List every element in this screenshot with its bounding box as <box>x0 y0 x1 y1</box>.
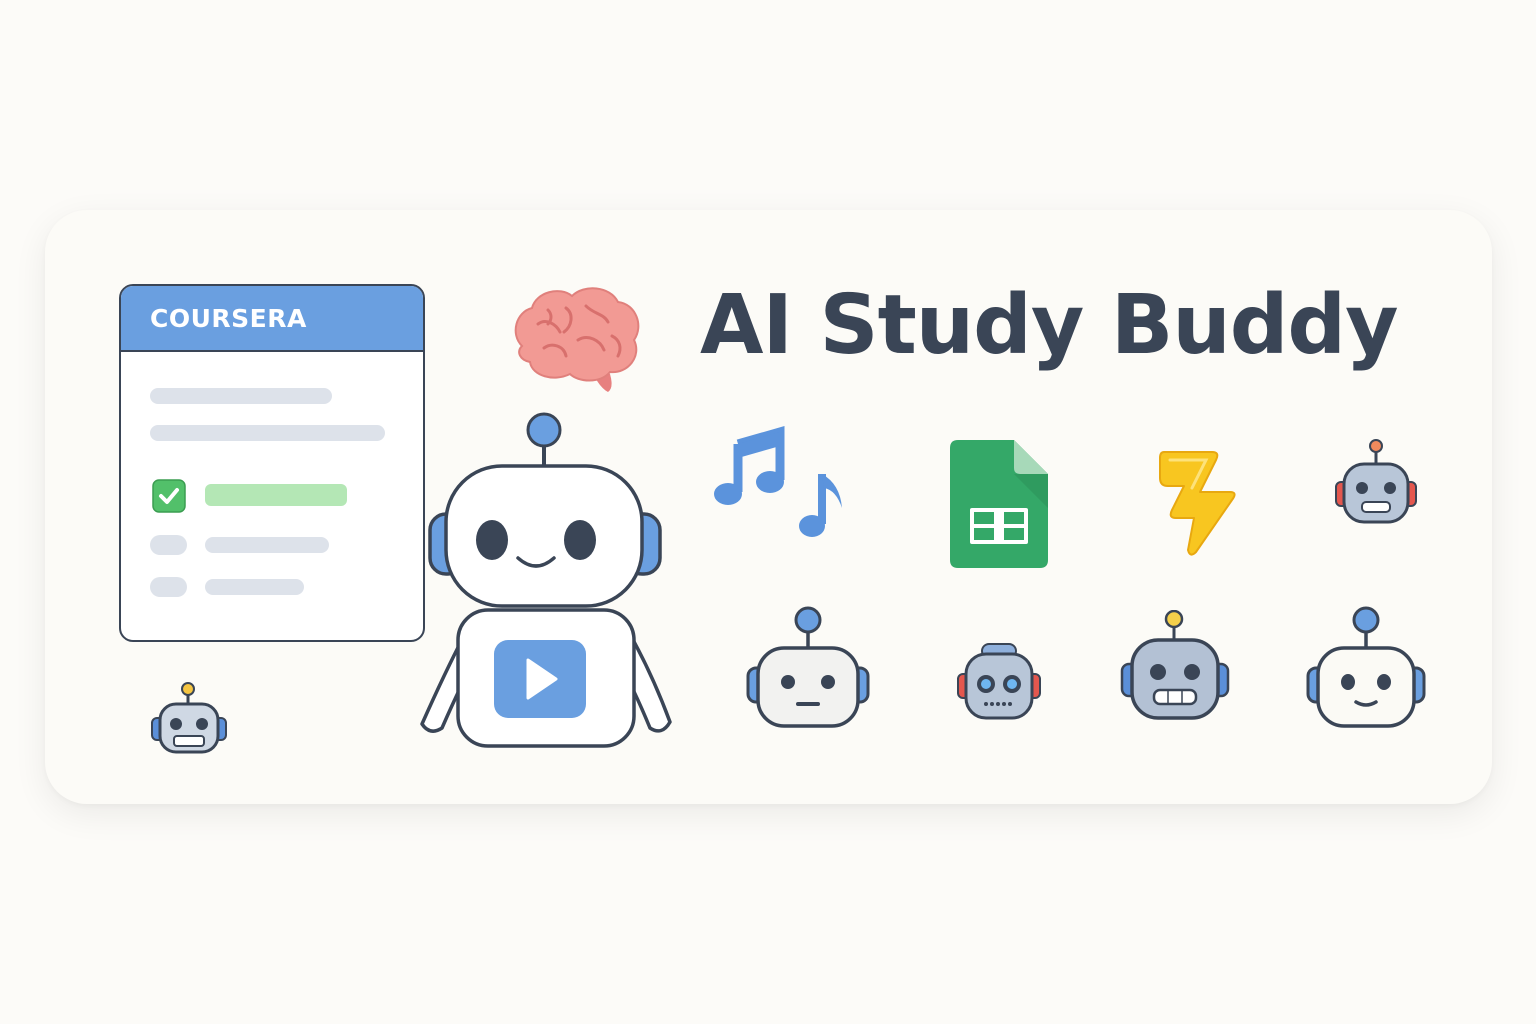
text-line-1 <box>150 388 332 404</box>
course-window-title: COURSERA <box>150 303 307 333</box>
play-button-icon <box>494 640 586 718</box>
checkbox-unchecked-1 <box>150 535 187 555</box>
lightning-bolt-icon <box>1159 451 1236 556</box>
course-window-header: COURSERA <box>121 286 423 352</box>
checklist-line-2 <box>205 537 329 553</box>
music-notes-icon <box>714 426 842 537</box>
checklist-line-1 <box>205 484 347 506</box>
text-line-2 <box>150 425 385 441</box>
checkbox-unchecked-2 <box>150 577 187 597</box>
robot-icon-row-2 <box>957 643 1041 720</box>
robot-icon-top-right <box>1335 439 1417 524</box>
brain-icon <box>514 287 640 392</box>
course-window: COURSERA <box>119 284 425 642</box>
check-icon <box>152 479 186 513</box>
robot-icon-row-1 <box>746 606 870 728</box>
checkbox-checked <box>152 479 186 513</box>
google-sheets-icon <box>950 440 1048 568</box>
robot-icon-small-bottom-left <box>151 682 227 754</box>
robot-icon-row-4 <box>1306 606 1426 728</box>
page-title: AI Study Buddy <box>700 278 1399 373</box>
checklist-line-3 <box>205 579 304 595</box>
robot-icon-row-3 <box>1120 610 1230 720</box>
